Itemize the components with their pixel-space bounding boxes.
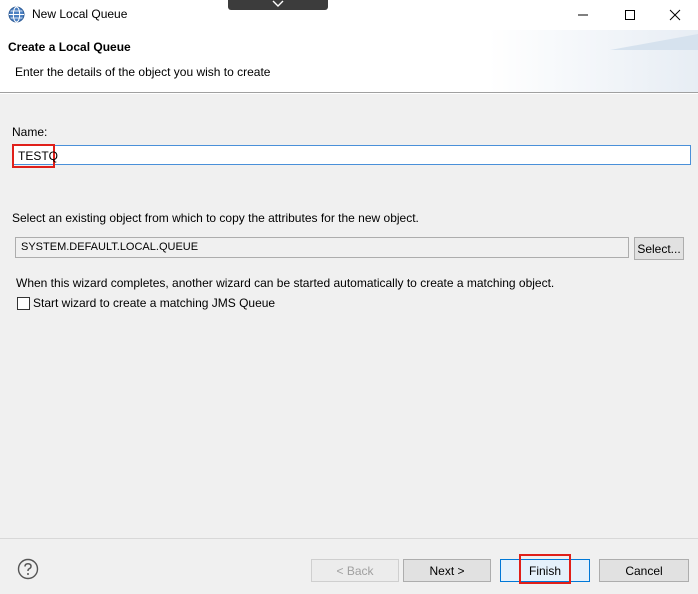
cancel-button[interactable]: Cancel: [599, 559, 689, 582]
wizard-info-text: When this wizard completes, another wiza…: [16, 276, 555, 290]
page-description: Enter the details of the object you wish…: [15, 65, 271, 79]
title-bar: New Local Queue: [0, 0, 698, 30]
select-button[interactable]: Select...: [634, 237, 684, 260]
copy-from-field[interactable]: SYSTEM.DEFAULT.LOCAL.QUEUE: [15, 237, 629, 258]
header-banner-graphic: [610, 34, 698, 50]
dropdown-tab[interactable]: [228, 0, 328, 10]
maximize-icon: [625, 10, 635, 20]
finish-highlight-box: [519, 554, 571, 584]
name-field[interactable]: [12, 145, 691, 165]
name-field-value[interactable]: TESTQ: [12, 144, 58, 168]
back-button[interactable]: < Back: [311, 559, 399, 582]
copy-attributes-label: Select an existing object from which to …: [12, 211, 419, 225]
minimize-button[interactable]: [560, 0, 606, 30]
close-button[interactable]: [652, 0, 698, 30]
wizard-header: Create a Local Queue Enter the details o…: [0, 30, 698, 93]
window-title: New Local Queue: [32, 7, 128, 21]
page-title: Create a Local Queue: [8, 40, 131, 54]
name-label: Name:: [12, 125, 48, 139]
jms-queue-checkbox-label[interactable]: Start wizard to create a matching JMS Qu…: [33, 296, 275, 310]
jms-queue-checkbox[interactable]: [17, 297, 30, 310]
close-icon: [669, 9, 681, 21]
minimize-icon: [578, 14, 588, 16]
next-button[interactable]: Next >: [403, 559, 491, 582]
globe-icon: [8, 6, 25, 23]
maximize-button[interactable]: [607, 0, 653, 30]
help-icon[interactable]: [17, 558, 39, 580]
chevron-down-icon: [272, 0, 284, 7]
